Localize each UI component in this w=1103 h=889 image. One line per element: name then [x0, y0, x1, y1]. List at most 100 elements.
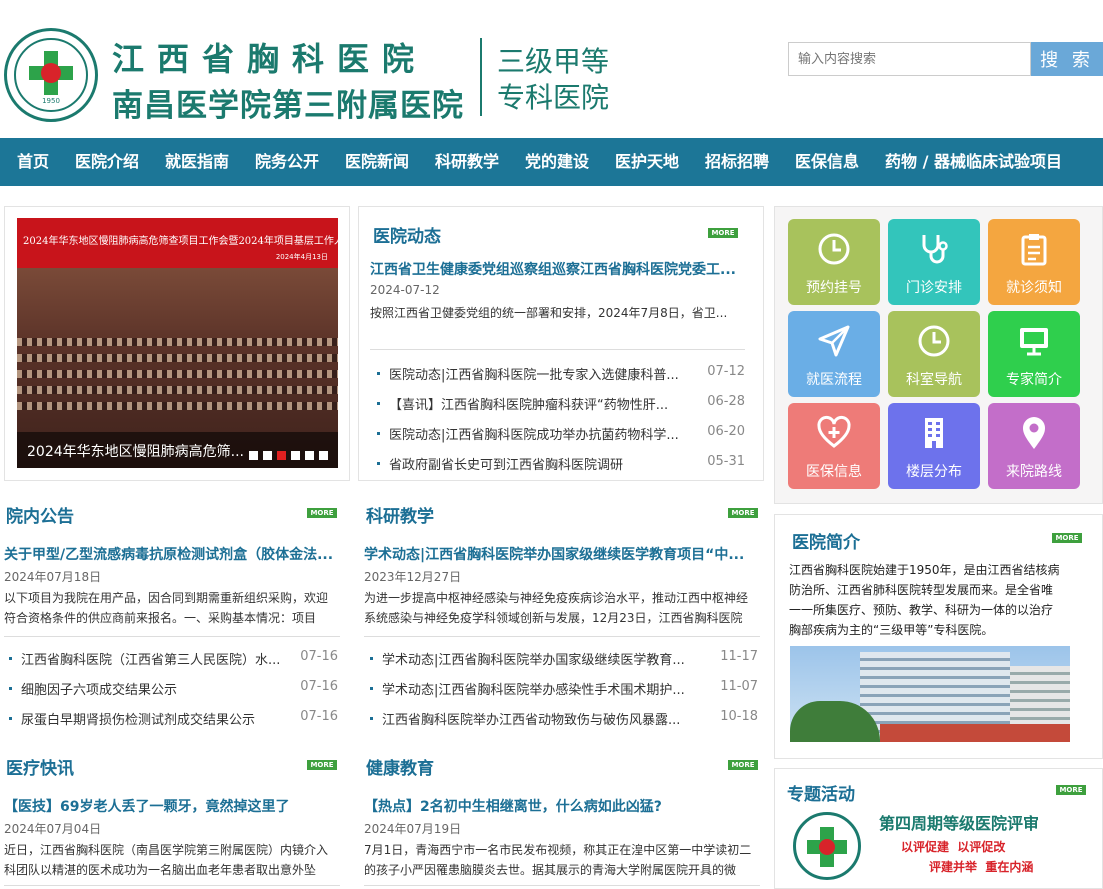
- tile-label: 医保信息: [806, 464, 862, 480]
- list-item-title[interactable]: 江西省胸科医院举办江西省动物致伤与破伤风暴露...: [382, 709, 712, 728]
- research-more-button[interactable]: MORE: [728, 508, 758, 518]
- search-input[interactable]: [788, 42, 1031, 76]
- nav-nursing[interactable]: 医护天地: [615, 138, 679, 186]
- slide-dot-active[interactable]: [277, 451, 286, 460]
- tile-department-nav[interactable]: 科室导航: [888, 311, 980, 397]
- list-item-date: 06-20: [707, 424, 745, 439]
- tile-appointment[interactable]: 预约挂号: [788, 219, 880, 305]
- notice-more-button[interactable]: MORE: [307, 508, 337, 518]
- tile-visit-notice[interactable]: 就诊须知: [988, 219, 1080, 305]
- audience-row: [17, 370, 338, 378]
- notice-headline[interactable]: 关于甲型/乙型流感病毒抗原检测试剂盒（胶体金法...: [4, 544, 336, 564]
- news-summary: 按照江西省卫健委党组的统一部署和安排，2024年7月8日，省卫...: [370, 306, 728, 320]
- special-title: 专题活动: [787, 785, 855, 805]
- list-item-title[interactable]: 江西省胸科医院（江西省第三人民医院）水...: [21, 649, 301, 668]
- health-summary: 7月1日，青海西宁市一名市民发布视频，称其正在湟中区第一中学读初二的孩子小严因罹…: [364, 843, 752, 877]
- medical-date: 2024年07月04日: [4, 822, 102, 836]
- medical-headline[interactable]: 【医技】69岁老人丢了一颗牙，竟然掉这里了: [4, 796, 338, 816]
- nav-news[interactable]: 医院新闻: [345, 138, 409, 186]
- research-summary: 为进一步提高中枢神经感染与神经免疫疾病诊治水平，推动江西中枢神经系统感染与神经免…: [364, 591, 749, 625]
- news-more-button[interactable]: MORE: [708, 228, 738, 238]
- news-slideshow[interactable]: 2024年华东地区慢阻肺病高危筛查项目工作会暨2024年项目基层工作人员培训班(…: [17, 218, 338, 468]
- nav-home[interactable]: 首页: [17, 138, 49, 186]
- hospital-logo[interactable]: 1950: [4, 28, 98, 122]
- tile-experts[interactable]: 专家简介: [988, 311, 1080, 397]
- hospital-building-photo[interactable]: [790, 646, 1070, 742]
- news-list-item[interactable]: 医院动态|江西省胸科医院成功举办抗菌药物科学... 06-20: [377, 424, 745, 444]
- list-item-date: 11-07: [720, 679, 758, 694]
- list-item-title[interactable]: 尿蛋白早期肾损伤检测试剂成交结果公示: [21, 709, 301, 728]
- send-icon: [818, 325, 850, 357]
- research-list-item[interactable]: 学术动态|江西省胸科医院举办感染性手术围术期护... 11-07: [370, 679, 758, 699]
- list-item-date: 06-28: [707, 394, 745, 409]
- list-item-title[interactable]: 医院动态|江西省胸科医院成功举办抗菌药物科学...: [389, 424, 699, 443]
- special-more-button[interactable]: MORE: [1056, 785, 1086, 795]
- hospital-subname: 南昌医学院第三附属医院: [112, 88, 464, 124]
- bullet: [377, 462, 380, 465]
- news-list-item[interactable]: 【喜讯】江西省胸科医院肿瘤科获评“药物性肝... 06-28: [377, 394, 745, 414]
- slide-dot[interactable]: [305, 451, 314, 460]
- health-headline[interactable]: 【热点】2名初中生相继离世，什么病如此凶猛?: [364, 796, 758, 816]
- news-list-item[interactable]: 省政府副省长史可到江西省胸科医院调研 05-31: [377, 454, 745, 474]
- list-item-title[interactable]: 细胞因子六项成交结果公示: [21, 679, 301, 698]
- list-item-title[interactable]: 学术动态|江西省胸科医院举办感染性手术围术期护...: [382, 679, 712, 698]
- bullet: [9, 717, 12, 720]
- list-item-date: 07-16: [300, 649, 338, 664]
- tile-label: 就医流程: [806, 372, 862, 388]
- bullet: [9, 657, 12, 660]
- tile-visit-process[interactable]: 就医流程: [788, 311, 880, 397]
- divider: [370, 349, 745, 350]
- research-headline[interactable]: 学术动态|江西省胸科医院举办国家级继续医学教育项目“中...: [364, 544, 758, 564]
- clock-icon: [918, 325, 950, 357]
- news-title: 医院动态: [373, 227, 441, 247]
- nav-affairs[interactable]: 院务公开: [255, 138, 319, 186]
- list-item-date: 07-16: [300, 709, 338, 724]
- monitor-icon: [1020, 328, 1048, 356]
- slide-dot[interactable]: [249, 451, 258, 460]
- research-title: 科研教学: [366, 507, 434, 527]
- tile-outpatient-schedule[interactable]: 门诊安排: [888, 219, 980, 305]
- nav-recruit[interactable]: 招标招聘: [705, 138, 769, 186]
- health-more-button[interactable]: MORE: [728, 760, 758, 770]
- list-item-title[interactable]: 【喜讯】江西省胸科医院肿瘤科获评“药物性肝...: [389, 394, 699, 413]
- list-item-title[interactable]: 学术动态|江西省胸科医院举办国家级继续医学教育...: [382, 649, 712, 668]
- clock-icon: [818, 233, 850, 265]
- notice-title: 院内公告: [6, 507, 74, 527]
- slide-dot[interactable]: [291, 451, 300, 460]
- search-button[interactable]: 搜 索: [1031, 42, 1103, 76]
- heart-plus-icon: [817, 415, 851, 448]
- divider: [4, 636, 340, 637]
- bullet: [370, 687, 373, 690]
- news-list-item[interactable]: 医院动态|江西省胸科医院一批专家入选健康科普... 07-12: [377, 364, 745, 384]
- divider: [364, 885, 760, 886]
- tile-label: 来院路线: [1006, 464, 1062, 480]
- notice-list-item[interactable]: 尿蛋白早期肾损伤检测试剂成交结果公示 07-16: [9, 709, 338, 729]
- nav-research[interactable]: 科研教学: [435, 138, 499, 186]
- nav-clinical-trials[interactable]: 药物 / 器械临床试验项目: [885, 138, 1062, 186]
- nav-party[interactable]: 党的建设: [525, 138, 589, 186]
- list-item-title[interactable]: 省政府副省长史可到江西省胸科医院调研: [389, 454, 699, 473]
- tile-insurance-info[interactable]: 医保信息: [788, 403, 880, 489]
- list-item-title[interactable]: 医院动态|江西省胸科医院一批专家入选健康科普...: [389, 364, 699, 383]
- tile-floor-map[interactable]: 楼层分布: [888, 403, 980, 489]
- slide-dot[interactable]: [263, 451, 272, 460]
- logo-heart-icon: [41, 63, 61, 83]
- medical-more-button[interactable]: MORE: [307, 760, 337, 770]
- notice-list-item[interactable]: 细胞因子六项成交结果公示 07-16: [9, 679, 338, 699]
- notice-list-item[interactable]: 江西省胸科医院（江西省第三人民医院）水... 07-16: [9, 649, 338, 669]
- nav-insurance[interactable]: 医保信息: [795, 138, 859, 186]
- research-list-item[interactable]: 学术动态|江西省胸科医院举办国家级继续医学教育... 11-17: [370, 649, 758, 669]
- nav-guide[interactable]: 就医指南: [165, 138, 229, 186]
- news-headline[interactable]: 江西省卫生健康委党组巡察组巡察江西省胸科医院党委工...: [370, 259, 740, 279]
- hospital-name: 江西省胸科医院: [112, 40, 428, 78]
- clipboard-icon: [1021, 234, 1047, 266]
- tile-route[interactable]: 来院路线: [988, 403, 1080, 489]
- special-banner[interactable]: 第四周期等级医院评审 以评促建 以评促改 评建并举 重在内涵: [789, 810, 1089, 882]
- research-list-item[interactable]: 江西省胸科医院举办江西省动物致伤与破伤风暴露... 10-18: [370, 709, 758, 729]
- slide-caption[interactable]: 2024年华东地区慢阻肺病高危筛...: [27, 441, 244, 461]
- list-item-date: 11-17: [720, 649, 758, 664]
- nav-about[interactable]: 医院介绍: [75, 138, 139, 186]
- hospital-type: 专科医院: [497, 81, 610, 114]
- intro-more-button[interactable]: MORE: [1052, 533, 1082, 543]
- slide-dot[interactable]: [319, 451, 328, 460]
